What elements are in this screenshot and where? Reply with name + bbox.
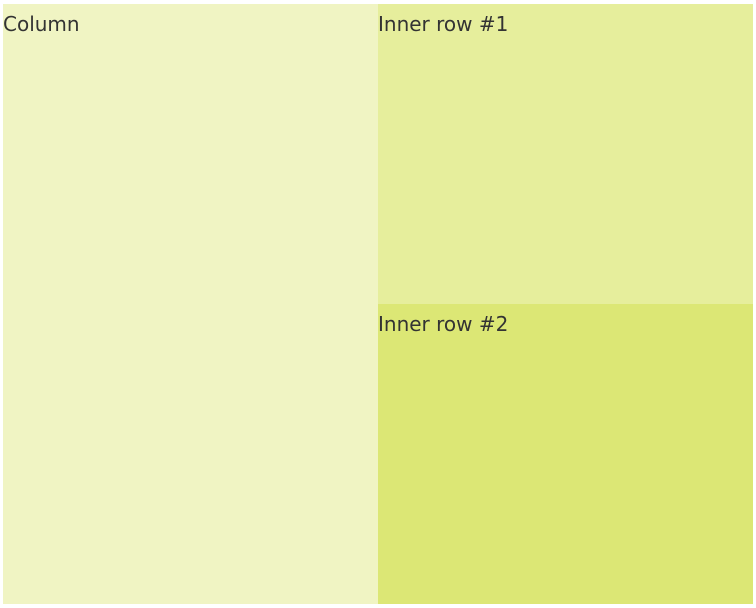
inner-row-2-label: Inner row #2 (378, 312, 509, 336)
inner-rows-container: Inner row #1 Inner row #2 (378, 4, 753, 604)
inner-row-2: Inner row #2 (378, 304, 753, 604)
column-label: Column (3, 12, 80, 36)
inner-row-1-label: Inner row #1 (378, 12, 509, 36)
layout-container: Column Inner row #1 Inner row #2 (3, 4, 753, 604)
inner-row-1: Inner row #1 (378, 4, 753, 304)
column-panel: Column (3, 4, 378, 604)
